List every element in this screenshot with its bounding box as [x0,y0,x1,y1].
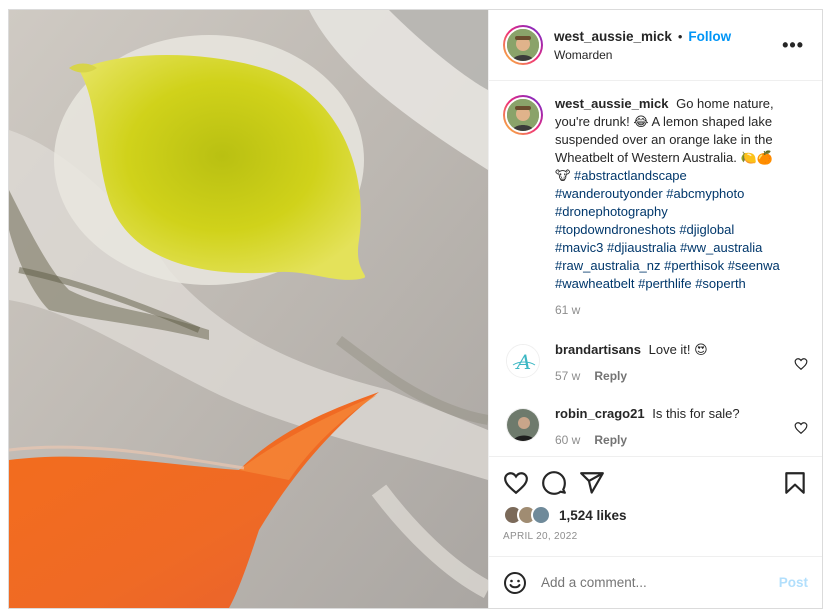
caption-row: west_aussie_mick Go home nature, you're … [503,95,808,319]
share-icon[interactable] [579,470,605,496]
post-sidebar: west_aussie_mick • Follow Womarden ••• w… [488,10,822,608]
heart-icon[interactable] [794,357,808,371]
post-photo[interactable] [9,10,488,608]
bookmark-icon[interactable] [782,470,808,496]
header-text: west_aussie_mick • Follow Womarden [554,29,778,62]
comment-meta: 57 w Reply [555,367,786,385]
avatar-photo-icon [507,29,539,61]
follow-button[interactable]: Follow [688,29,731,44]
caption-meta: 61 w [555,301,786,319]
liker-avatar [531,505,551,525]
comment-text: Love it! 😍 [648,342,708,357]
comments-list: west_aussie_mick Go home nature, you're … [489,81,822,456]
reply-button[interactable]: Reply [594,367,627,385]
comment-input[interactable] [541,575,765,590]
post-card: west_aussie_mick • Follow Womarden ••• w… [8,9,823,609]
comment-text: Is this for sale? [652,406,740,421]
action-bar: 1,524 likes APRIL 20, 2022 [489,456,822,556]
aerial-lake-image [9,10,488,608]
likes-count[interactable]: 1,524 likes [559,508,627,523]
comment-row: A brandartisans Love it! 😍 57 w Reply [503,341,808,385]
caption-age: 61 w [555,303,581,317]
liker-avatars [503,505,551,525]
caption-username[interactable]: west_aussie_mick [555,96,668,111]
author-username[interactable]: west_aussie_mick [554,29,672,44]
caption-hashtags[interactable]: #abstractlandscape #wanderoutyonder #abc… [555,168,780,291]
post-header: west_aussie_mick • Follow Womarden ••• [489,10,822,81]
add-comment-bar: Post [489,556,822,608]
brand-logo-icon: A [507,345,539,377]
comment-body: brandartisans Love it! 😍 57 w Reply [555,341,808,385]
comment-body: robin_crago21 Is this for sale? 60 w Rep… [555,405,808,449]
commenter-avatar[interactable] [506,408,540,442]
comment-age: 57 w [555,369,581,383]
heart-icon[interactable] [794,421,808,435]
commenter-avatar[interactable]: A [506,344,540,378]
likes-row[interactable]: 1,524 likes [503,505,808,525]
location-link[interactable]: Womarden [554,48,778,62]
avatar-photo-icon [507,99,539,131]
author-avatar[interactable] [503,25,543,65]
more-icon[interactable]: ••• [778,31,808,60]
emoji-icon[interactable] [503,571,527,595]
caption-author-avatar[interactable] [503,95,543,135]
comment-meta: 60 w Reply [555,431,786,449]
avatar-photo-icon [507,409,539,441]
comment-username[interactable]: robin_crago21 [555,406,645,421]
reply-button[interactable]: Reply [594,431,627,449]
action-icons [503,465,808,501]
caption-body: west_aussie_mick Go home nature, you're … [555,95,808,319]
comment-age: 60 w [555,433,581,447]
comment-username[interactable]: brandartisans [555,342,641,357]
post-date: APRIL 20, 2022 [503,531,578,542]
comment-row: robin_crago21 Is this for sale? 60 w Rep… [503,405,808,449]
post-button[interactable]: Post [779,575,808,590]
separator-dot: • [677,28,683,44]
comment-icon[interactable] [541,470,567,496]
heart-icon[interactable] [503,470,529,496]
header-line: west_aussie_mick • Follow [554,29,778,44]
